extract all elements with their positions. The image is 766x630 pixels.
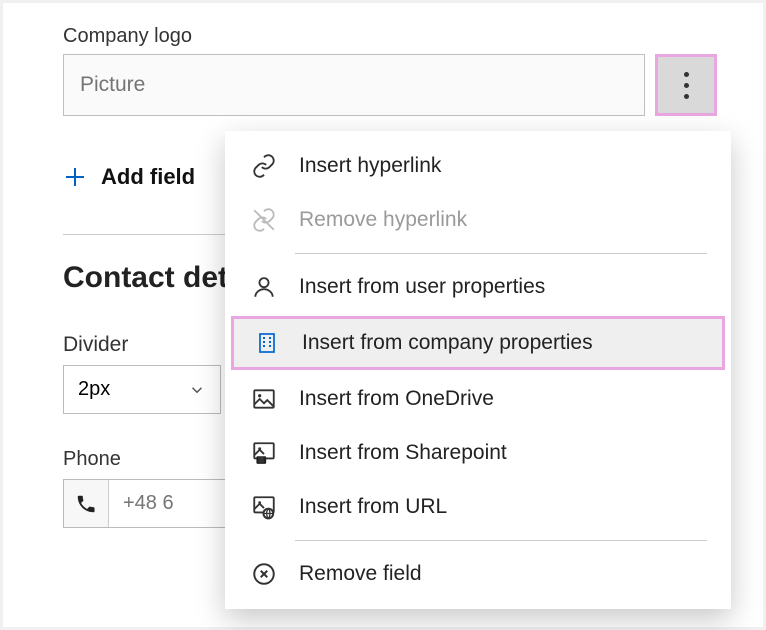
menu-label: Insert from company properties [302,331,593,355]
menu-insert-hyperlink[interactable]: Insert hyperlink [225,139,731,193]
menu-insert-onedrive[interactable]: Insert from OneDrive [225,372,731,426]
menu-remove-hyperlink: Remove hyperlink [225,193,731,247]
menu-insert-company-properties[interactable]: Insert from company properties [231,316,725,370]
picture-row [63,54,717,116]
menu-remove-field[interactable]: Remove field [225,547,731,601]
divider-value: 2px [78,378,110,401]
image-globe-icon [249,494,279,520]
add-field-label: Add field [101,164,195,190]
menu-insert-sharepoint[interactable]: S Insert from Sharepoint [225,426,731,480]
menu-separator [295,253,707,254]
menu-label: Insert from user properties [299,275,545,299]
menu-label: Insert from OneDrive [299,387,494,411]
context-menu: Insert hyperlink Remove hyperlink Insert… [225,131,731,609]
phone-icon [64,480,109,527]
menu-insert-url[interactable]: Insert from URL [225,480,731,534]
menu-insert-user-properties[interactable]: Insert from user properties [225,260,731,314]
menu-label: Insert hyperlink [299,154,441,178]
menu-label: Insert from Sharepoint [299,441,507,465]
menu-label: Remove field [299,562,422,586]
company-logo-label: Company logo [63,25,717,48]
link-icon [249,153,279,179]
building-icon [252,330,282,356]
more-options-button[interactable] [655,54,717,116]
image-cloud-icon [249,386,279,412]
menu-label: Remove hyperlink [299,208,467,232]
close-circle-icon [249,561,279,587]
divider-select[interactable]: 2px [63,365,221,414]
chevron-down-icon [188,381,206,399]
image-sharepoint-icon: S [249,440,279,466]
svg-text:S: S [259,457,264,464]
menu-separator [295,540,707,541]
plus-icon [63,165,87,189]
person-icon [249,274,279,300]
menu-label: Insert from URL [299,495,447,519]
unlink-icon [249,207,279,233]
picture-input[interactable] [63,54,645,116]
